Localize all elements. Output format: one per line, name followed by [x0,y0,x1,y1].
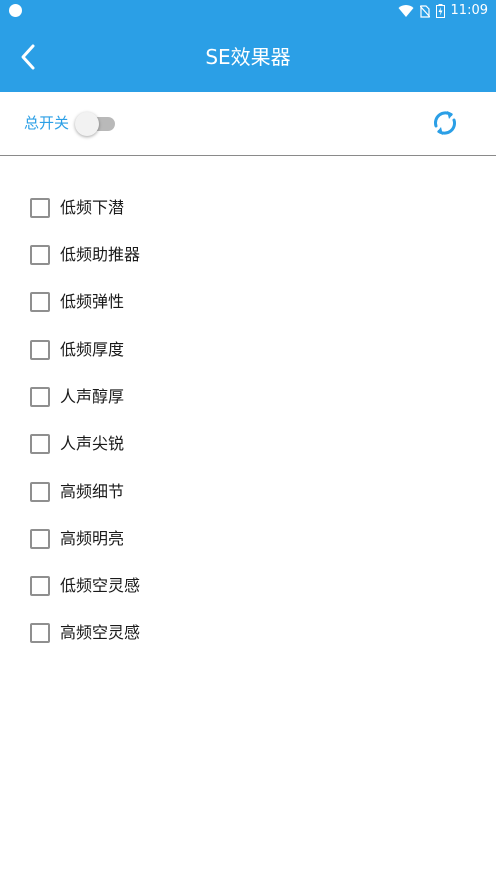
checkbox[interactable] [30,623,50,643]
effect-item[interactable]: 人声尖锐 [30,431,124,457]
status-bar: 11:09 [0,0,496,22]
clock-time: 11:09 [450,3,488,18]
master-switch-bar: 总开关 [0,92,496,156]
effect-label: 高频明亮 [60,529,125,548]
effect-label: 人声醇厚 [60,387,125,406]
status-icons: 11:09 [398,0,488,22]
effect-item[interactable]: 高频空灵感 [30,620,140,646]
effect-label: 低频空灵感 [60,576,141,595]
wifi-icon [398,4,414,17]
effect-label: 高频细节 [60,482,125,501]
effect-label: 低频下潜 [60,198,125,217]
effect-item[interactable]: 高频明亮 [30,526,124,552]
checkbox[interactable] [30,340,50,360]
checkbox[interactable] [30,434,50,454]
effect-label: 低频厚度 [60,340,125,359]
checkbox[interactable] [30,245,50,265]
effect-item[interactable]: 低频弹性 [30,289,124,315]
effect-label: 人声尖锐 [60,434,125,453]
notification-dot-icon [9,4,22,17]
refresh-button[interactable] [430,108,460,138]
checkbox[interactable] [30,387,50,407]
no-sim-icon [419,4,430,18]
checkbox[interactable] [30,529,50,549]
checkbox[interactable] [30,292,50,312]
page-title: SE效果器 [205,45,291,69]
effect-label: 低频弹性 [60,292,125,311]
refresh-icon [434,111,456,135]
battery-charging-icon [435,4,445,18]
effect-item[interactable]: 高频细节 [30,479,124,505]
toggle-thumb [75,112,99,136]
checkbox[interactable] [30,576,50,596]
checkbox[interactable] [30,198,50,218]
effect-item[interactable]: 低频下潜 [30,195,124,221]
app-bar: SE效果器 [0,22,496,92]
effect-item[interactable]: 低频助推器 [30,242,140,268]
master-switch-label: 总开关 [24,114,70,132]
effect-label: 高频空灵感 [60,623,141,642]
effect-item[interactable]: 人声醇厚 [30,384,124,410]
master-switch-toggle[interactable] [75,112,117,136]
effect-item[interactable]: 低频厚度 [30,337,124,363]
checkbox[interactable] [30,482,50,502]
effect-label: 低频助推器 [60,245,141,264]
effect-item[interactable]: 低频空灵感 [30,573,140,599]
